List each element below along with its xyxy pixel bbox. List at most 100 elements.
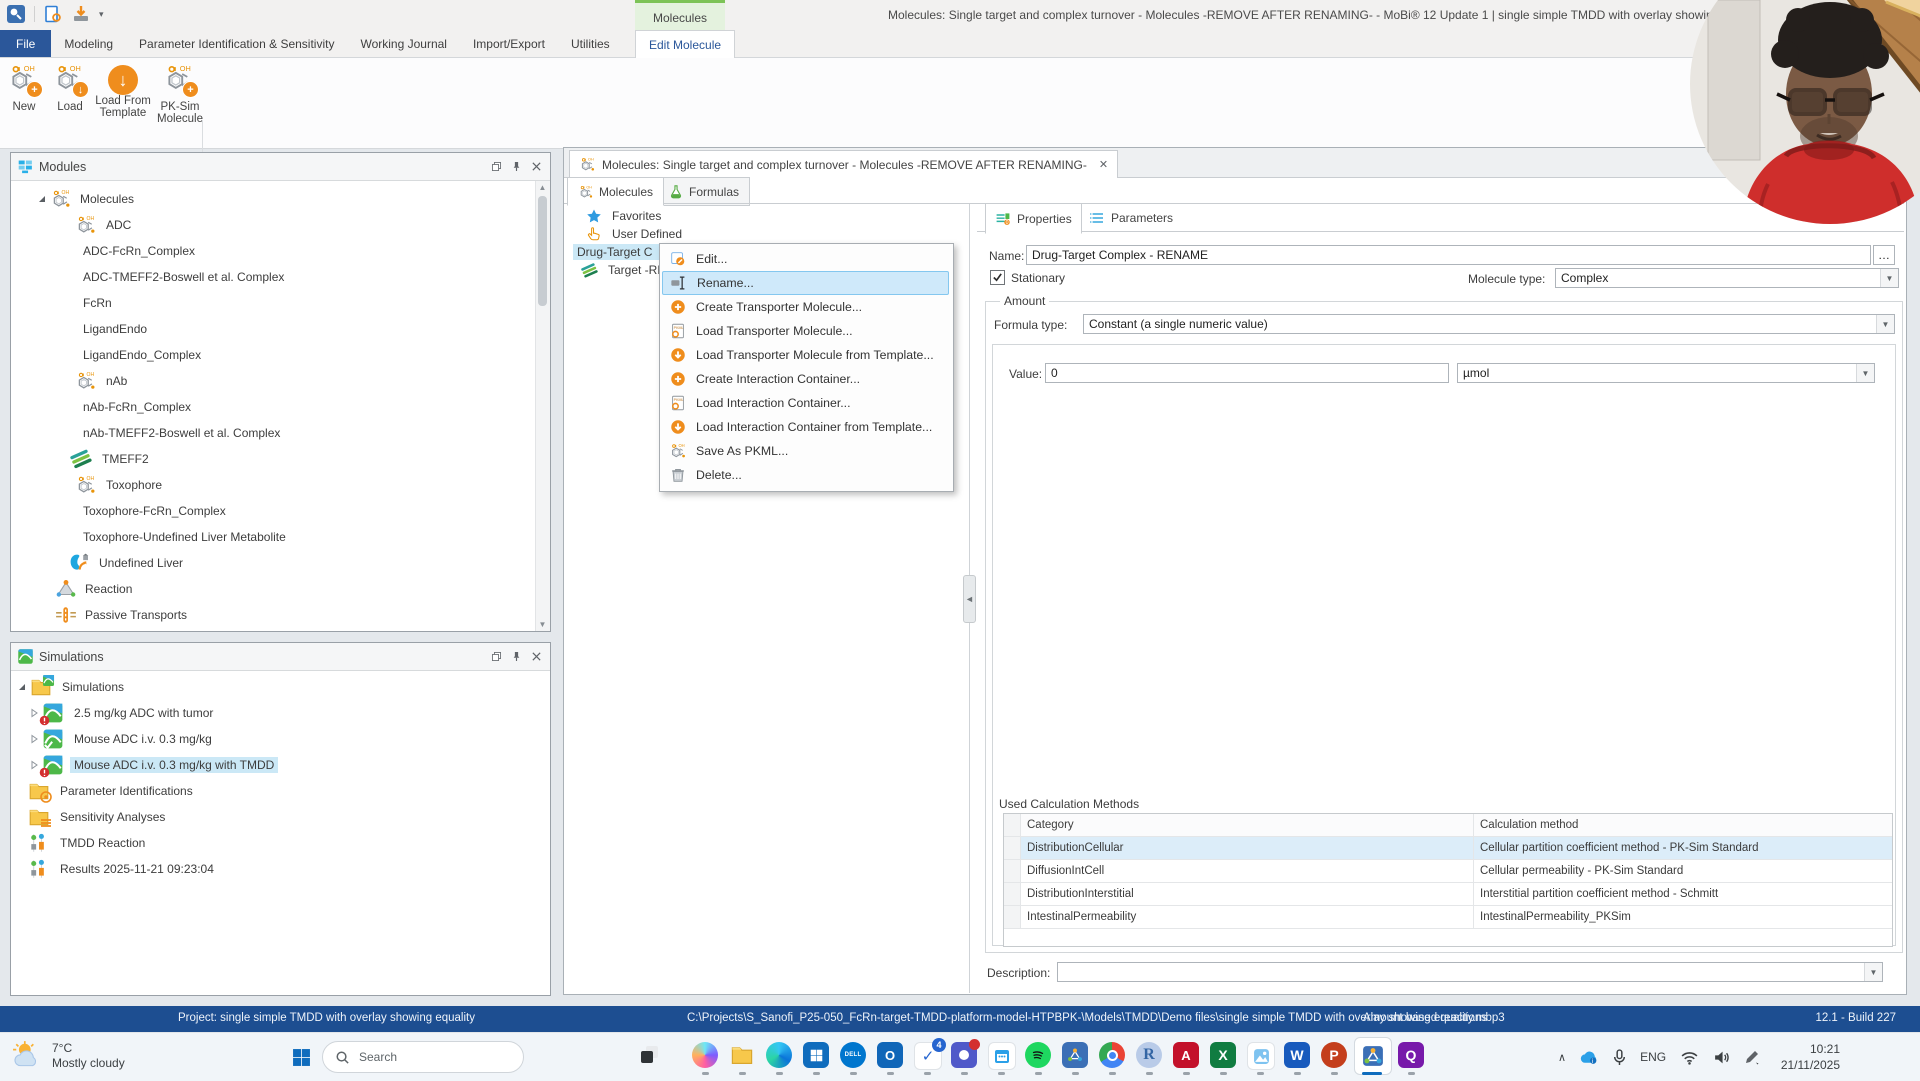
new-molecule-button[interactable]: + New: [2, 62, 46, 140]
collapse-panel-button[interactable]: ◄: [963, 575, 976, 623]
chevron-down-icon[interactable]: ▼: [1864, 963, 1882, 981]
tab-working-journal[interactable]: Working Journal: [347, 30, 459, 57]
table-row[interactable]: IntestinalPermeability IntestinalPermeab…: [1004, 906, 1892, 929]
tree-item[interactable]: ADC-FcRn_Complex: [11, 238, 199, 264]
scroll-down-icon[interactable]: ▼: [536, 618, 549, 631]
tree-item-parameter-identifications[interactable]: Parameter Identifications: [11, 778, 197, 804]
menu-item-edit[interactable]: Edit...: [662, 247, 949, 271]
tab-edit-molecule[interactable]: Edit Molecule: [635, 30, 736, 58]
document-tab[interactable]: Molecules: Single target and complex tur…: [569, 150, 1119, 178]
qat-new-icon[interactable]: [43, 4, 63, 24]
table-row[interactable]: DiffusionIntCell Cellular permeability -…: [1004, 860, 1892, 883]
tab-import-export[interactable]: Import/Export: [460, 30, 558, 57]
onedrive-cloud-icon[interactable]: [1580, 1050, 1599, 1065]
qat-customize-icon[interactable]: ▾: [99, 9, 104, 20]
name-field[interactable]: Drug-Target Complex - RENAME: [1026, 245, 1871, 265]
expander-collapsed-icon[interactable]: [29, 708, 39, 718]
column-category[interactable]: Category: [1021, 814, 1474, 836]
tree-item[interactable]: ADC-TMEFF2-Boswell et al. Complex: [11, 264, 288, 290]
name-ellipsis-button[interactable]: …: [1873, 245, 1895, 265]
tree-item[interactable]: nAb-FcRn_Complex: [11, 394, 195, 420]
subtab-formulas[interactable]: Formulas: [657, 177, 751, 206]
expander-expanded-icon[interactable]: [17, 682, 27, 692]
pen-icon[interactable]: [1744, 1049, 1760, 1065]
tree-item-user-defined[interactable]: User Defined: [586, 225, 686, 243]
unit-dropdown[interactable]: µmol ▼: [1457, 363, 1875, 383]
float-panel-button[interactable]: [488, 649, 504, 665]
pin-panel-button[interactable]: [508, 649, 524, 665]
tree-item[interactable]: LigandEndo: [11, 316, 151, 342]
tree-item[interactable]: Toxophore-Undefined Liver Metabolite: [11, 524, 290, 550]
menu-item-create-transporter[interactable]: Create Transporter Molecule...: [662, 295, 949, 319]
close-panel-button[interactable]: [528, 159, 544, 175]
expander-collapsed-icon[interactable]: [29, 760, 39, 770]
scroll-up-icon[interactable]: ▲: [536, 181, 549, 194]
chrome-icon[interactable]: [1099, 1042, 1125, 1068]
wifi-icon[interactable]: [1680, 1050, 1699, 1065]
calendar-icon[interactable]: [988, 1042, 1016, 1070]
todo-icon[interactable]: ✓ 4: [914, 1038, 946, 1070]
start-button[interactable]: [292, 1048, 311, 1067]
menu-item-load-interaction-template[interactable]: Load Interaction Container from Template…: [662, 415, 949, 439]
load-from-template-button[interactable]: ↓ Load From Template: [94, 62, 152, 140]
file-explorer-icon[interactable]: [729, 1042, 755, 1068]
microphone-icon[interactable]: [1613, 1049, 1626, 1066]
tab-parameter-identification[interactable]: Parameter Identification & Sensitivity: [126, 30, 347, 57]
tab-properties[interactable]: Properties: [985, 203, 1082, 234]
subtab-molecules[interactable]: Molecules: [567, 177, 665, 206]
pksim-molecule-button[interactable]: + PK-Sim Molecule: [154, 62, 206, 140]
tree-item-sensitivity-analyses[interactable]: Sensitivity Analyses: [11, 804, 169, 830]
menu-item-load-interaction[interactable]: Load Interaction Container...: [662, 391, 949, 415]
tree-item-simulation[interactable]: Mouse ADC i.v. 0.3 mg/kg: [11, 726, 216, 752]
language-indicator[interactable]: ENG: [1640, 1050, 1666, 1064]
tree-item-favorites[interactable]: Favorites: [586, 207, 665, 225]
close-tab-icon[interactable]: ✕: [1099, 158, 1108, 171]
tree-item-simulation-selected[interactable]: Mouse ADC i.v. 0.3 mg/kg with TMDD: [11, 752, 279, 778]
tree-item-simulations-root[interactable]: Simulations: [11, 674, 128, 700]
powerpoint-icon[interactable]: P: [1321, 1042, 1347, 1068]
tree-item-molecules[interactable]: Molecules: [11, 186, 138, 212]
tree-item[interactable]: Toxophore: [11, 472, 166, 498]
tree-item-target[interactable]: Target -RE: [581, 261, 669, 279]
chevron-down-icon[interactable]: ▼: [1876, 315, 1894, 333]
menu-item-create-interaction[interactable]: Create Interaction Container...: [662, 367, 949, 391]
r-icon[interactable]: R: [1136, 1042, 1162, 1068]
tree-item-tmdd-reaction[interactable]: TMDD Reaction: [11, 830, 149, 856]
tree-item[interactable]: nAb: [11, 368, 131, 394]
spotify-icon[interactable]: [1025, 1042, 1051, 1068]
pin-panel-button[interactable]: [508, 159, 524, 175]
stationary-checkbox[interactable]: [990, 270, 1005, 285]
column-calculation-method[interactable]: Calculation method: [1474, 814, 1892, 836]
clipchamp-icon[interactable]: Q: [1398, 1042, 1424, 1068]
tree-item-passive-transports[interactable]: Passive Transports: [11, 602, 191, 628]
close-panel-button[interactable]: [528, 649, 544, 665]
chevron-down-icon[interactable]: ▼: [1856, 364, 1874, 382]
tree-item[interactable]: LigandEndo_Complex: [11, 342, 205, 368]
tab-modeling[interactable]: Modeling: [51, 30, 126, 57]
modeling-app-icon[interactable]: [1062, 1042, 1088, 1068]
tree-item[interactable]: nAb-TMEFF2-Boswell et al. Complex: [11, 420, 284, 446]
tree-item[interactable]: Undefined Liver: [11, 550, 187, 576]
load-molecule-button[interactable]: ↓ Load: [48, 62, 92, 140]
tray-expand-icon[interactable]: ∧: [1558, 1051, 1566, 1064]
menu-item-load-transporter-template[interactable]: Load Transporter Molecule from Template.…: [662, 343, 949, 367]
qat-save-icon[interactable]: [71, 4, 91, 24]
description-field[interactable]: ▼: [1057, 962, 1883, 982]
tree-item[interactable]: Toxophore-FcRn_Complex: [11, 498, 230, 524]
edge-icon[interactable]: [766, 1042, 792, 1068]
dell-icon[interactable]: DELL: [840, 1042, 866, 1068]
search-box[interactable]: Search: [322, 1041, 524, 1073]
word-icon[interactable]: W: [1284, 1042, 1310, 1068]
molecule-type-dropdown[interactable]: Complex ▼: [1555, 268, 1899, 288]
chevron-down-icon[interactable]: ▼: [1880, 269, 1898, 287]
excel-icon[interactable]: X: [1210, 1042, 1236, 1068]
tree-item-results[interactable]: Results 2025-11-21 09:23:04: [11, 856, 218, 882]
mobi-active-app[interactable]: [1354, 1037, 1392, 1075]
menu-item-save-as-pkml[interactable]: Save As PKML...: [662, 439, 949, 463]
expander-collapsed-icon[interactable]: [29, 734, 39, 744]
modules-scrollbar[interactable]: ▲ ▼: [535, 181, 550, 631]
outlook-icon[interactable]: O: [877, 1042, 903, 1068]
expander-expanded-icon[interactable]: [37, 194, 47, 204]
formula-type-dropdown[interactable]: Constant (a single numeric value) ▼: [1083, 314, 1895, 334]
copilot-icon[interactable]: [692, 1042, 718, 1068]
